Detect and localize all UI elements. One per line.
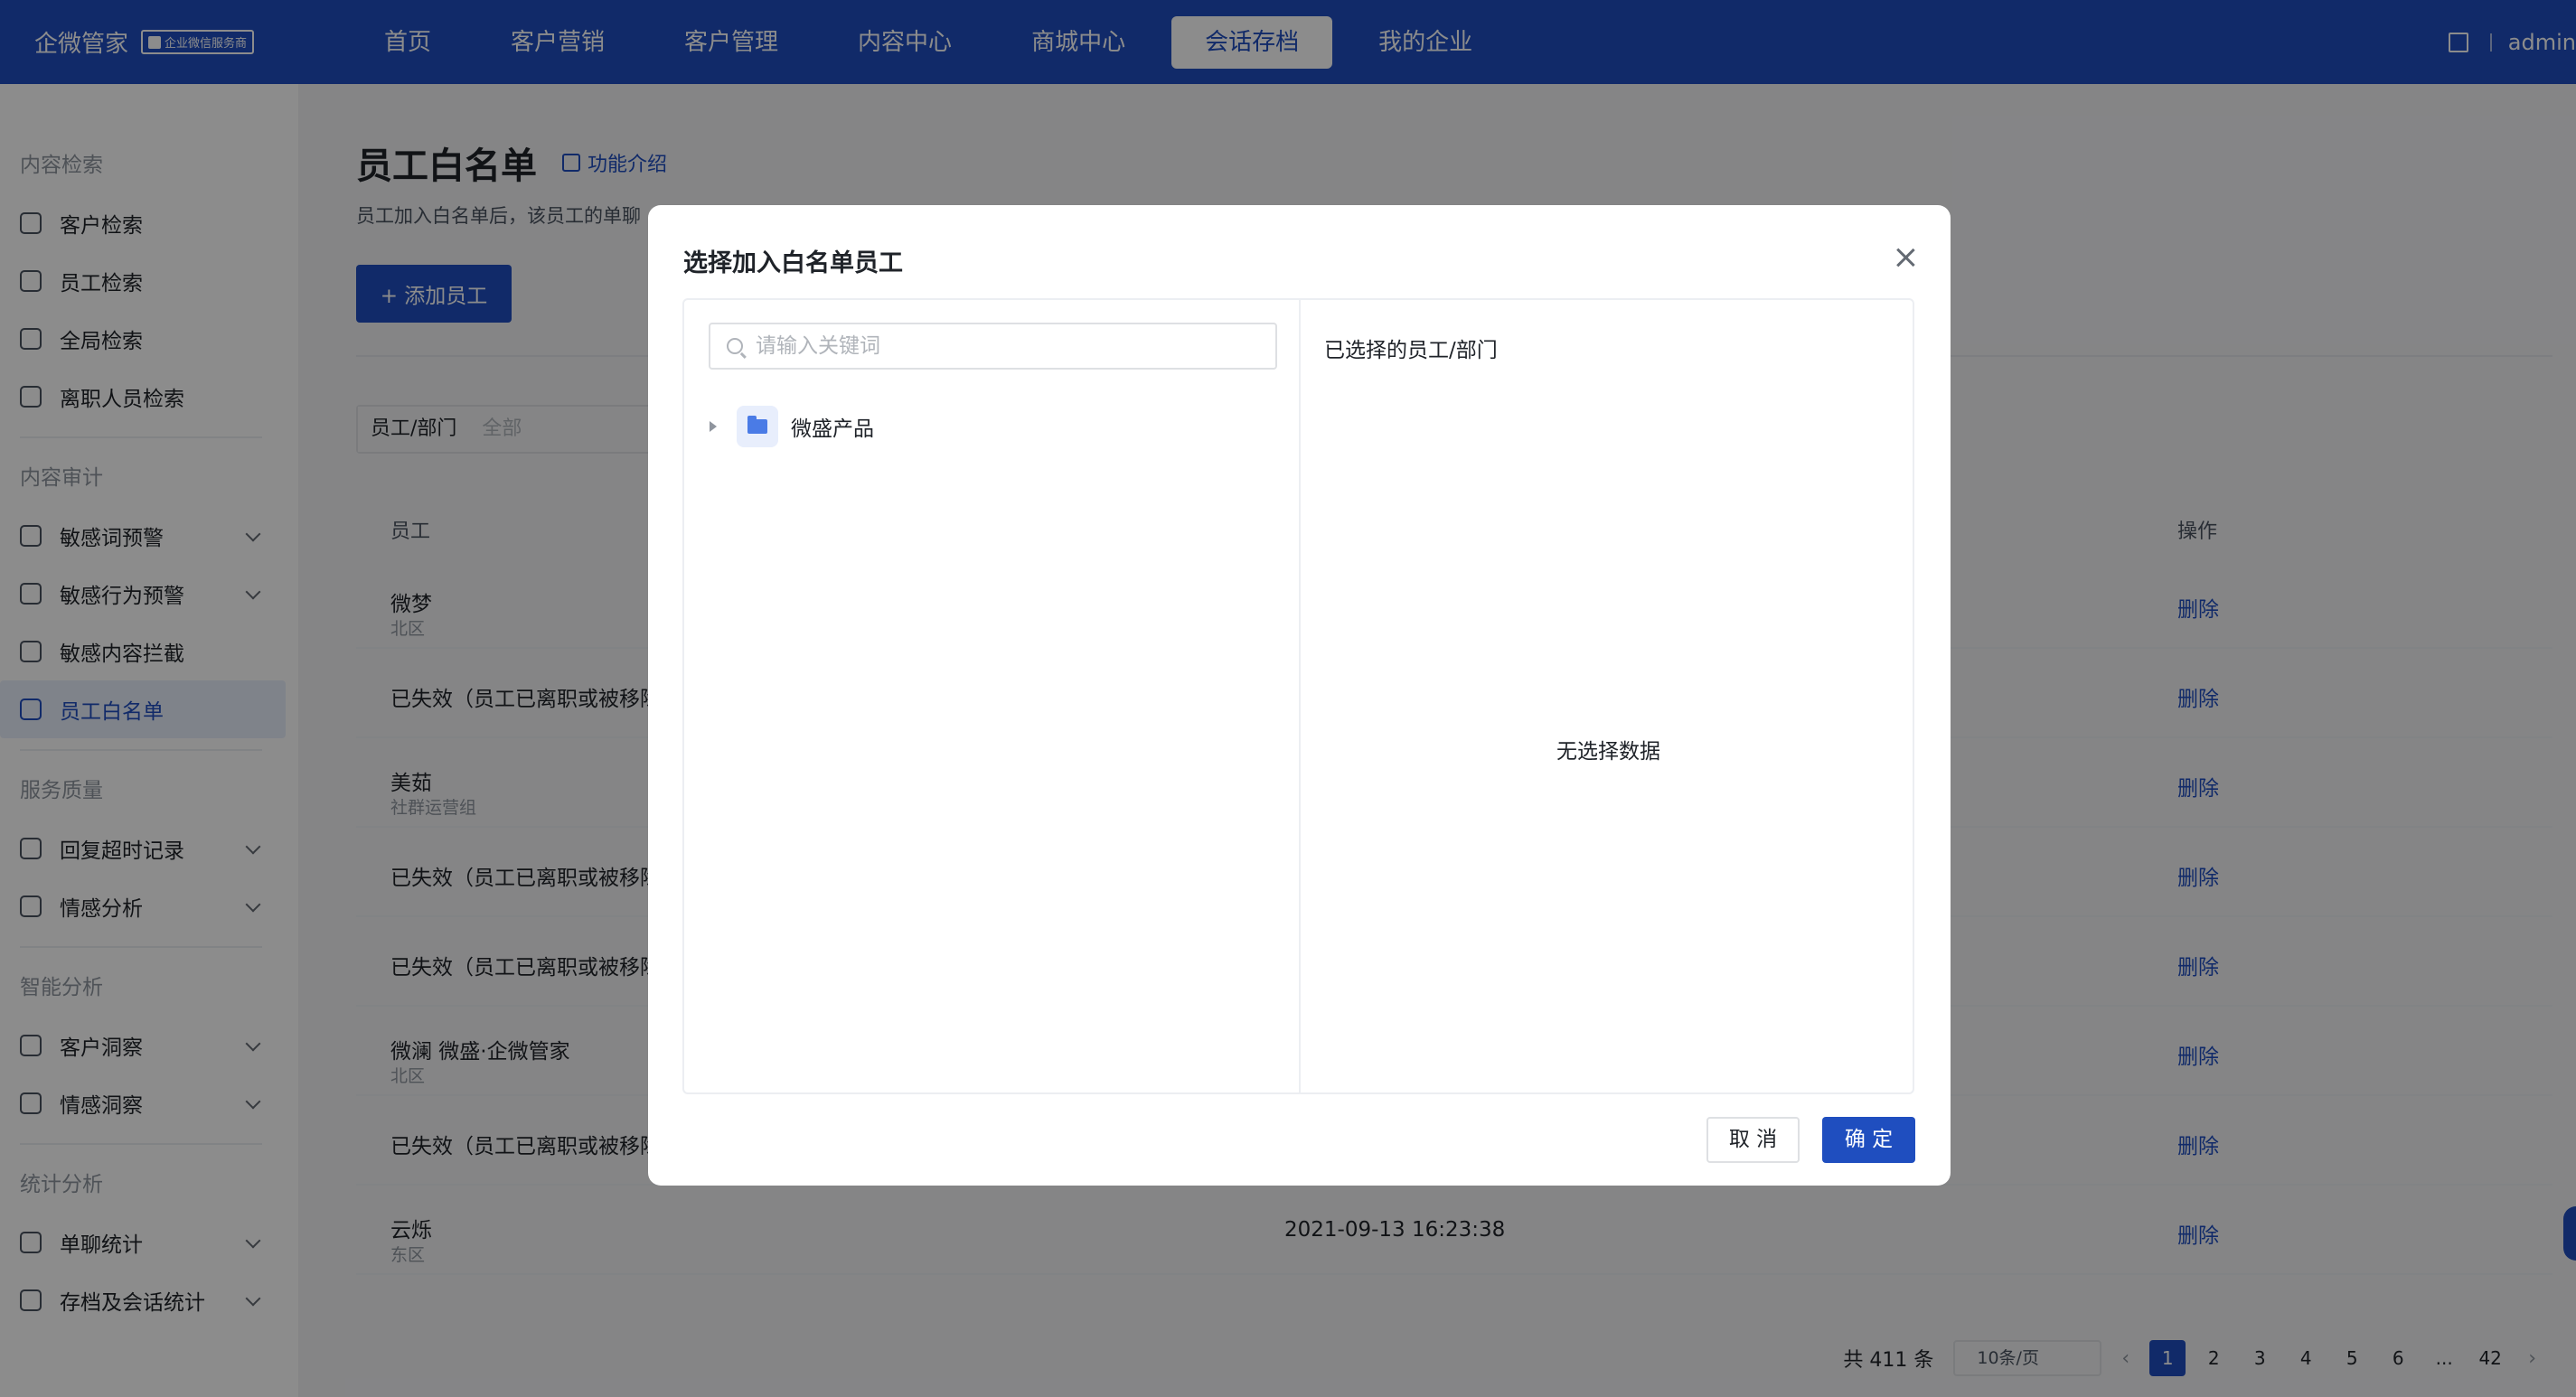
- modal-title: 选择加入白名单员工: [683, 249, 903, 277]
- transfer-panel: 微盛产品 已选择的员工/部门 无选择数据: [682, 298, 1914, 1094]
- search-input[interactable]: [756, 334, 1262, 358]
- folder-icon: [737, 406, 778, 447]
- select-employee-modal: 选择加入白名单员工 微盛产品 已选择的员工/部门 无选择数据 取 消 确 定: [648, 205, 1951, 1186]
- selected-panel-title: 已选择的员工/部门: [1324, 339, 1498, 362]
- expand-caret-icon[interactable]: [710, 421, 717, 432]
- tree-node-dept[interactable]: 微盛产品: [710, 406, 874, 447]
- search-icon: [727, 338, 743, 354]
- close-icon[interactable]: [1895, 248, 1915, 267]
- org-tree-panel: 微盛产品: [684, 300, 1301, 1092]
- search-box: [709, 323, 1277, 370]
- empty-state: 无选择数据: [1556, 740, 1660, 764]
- cancel-button[interactable]: 取 消: [1706, 1117, 1800, 1163]
- confirm-button[interactable]: 确 定: [1822, 1117, 1915, 1163]
- tree-node-label: 微盛产品: [791, 417, 874, 441]
